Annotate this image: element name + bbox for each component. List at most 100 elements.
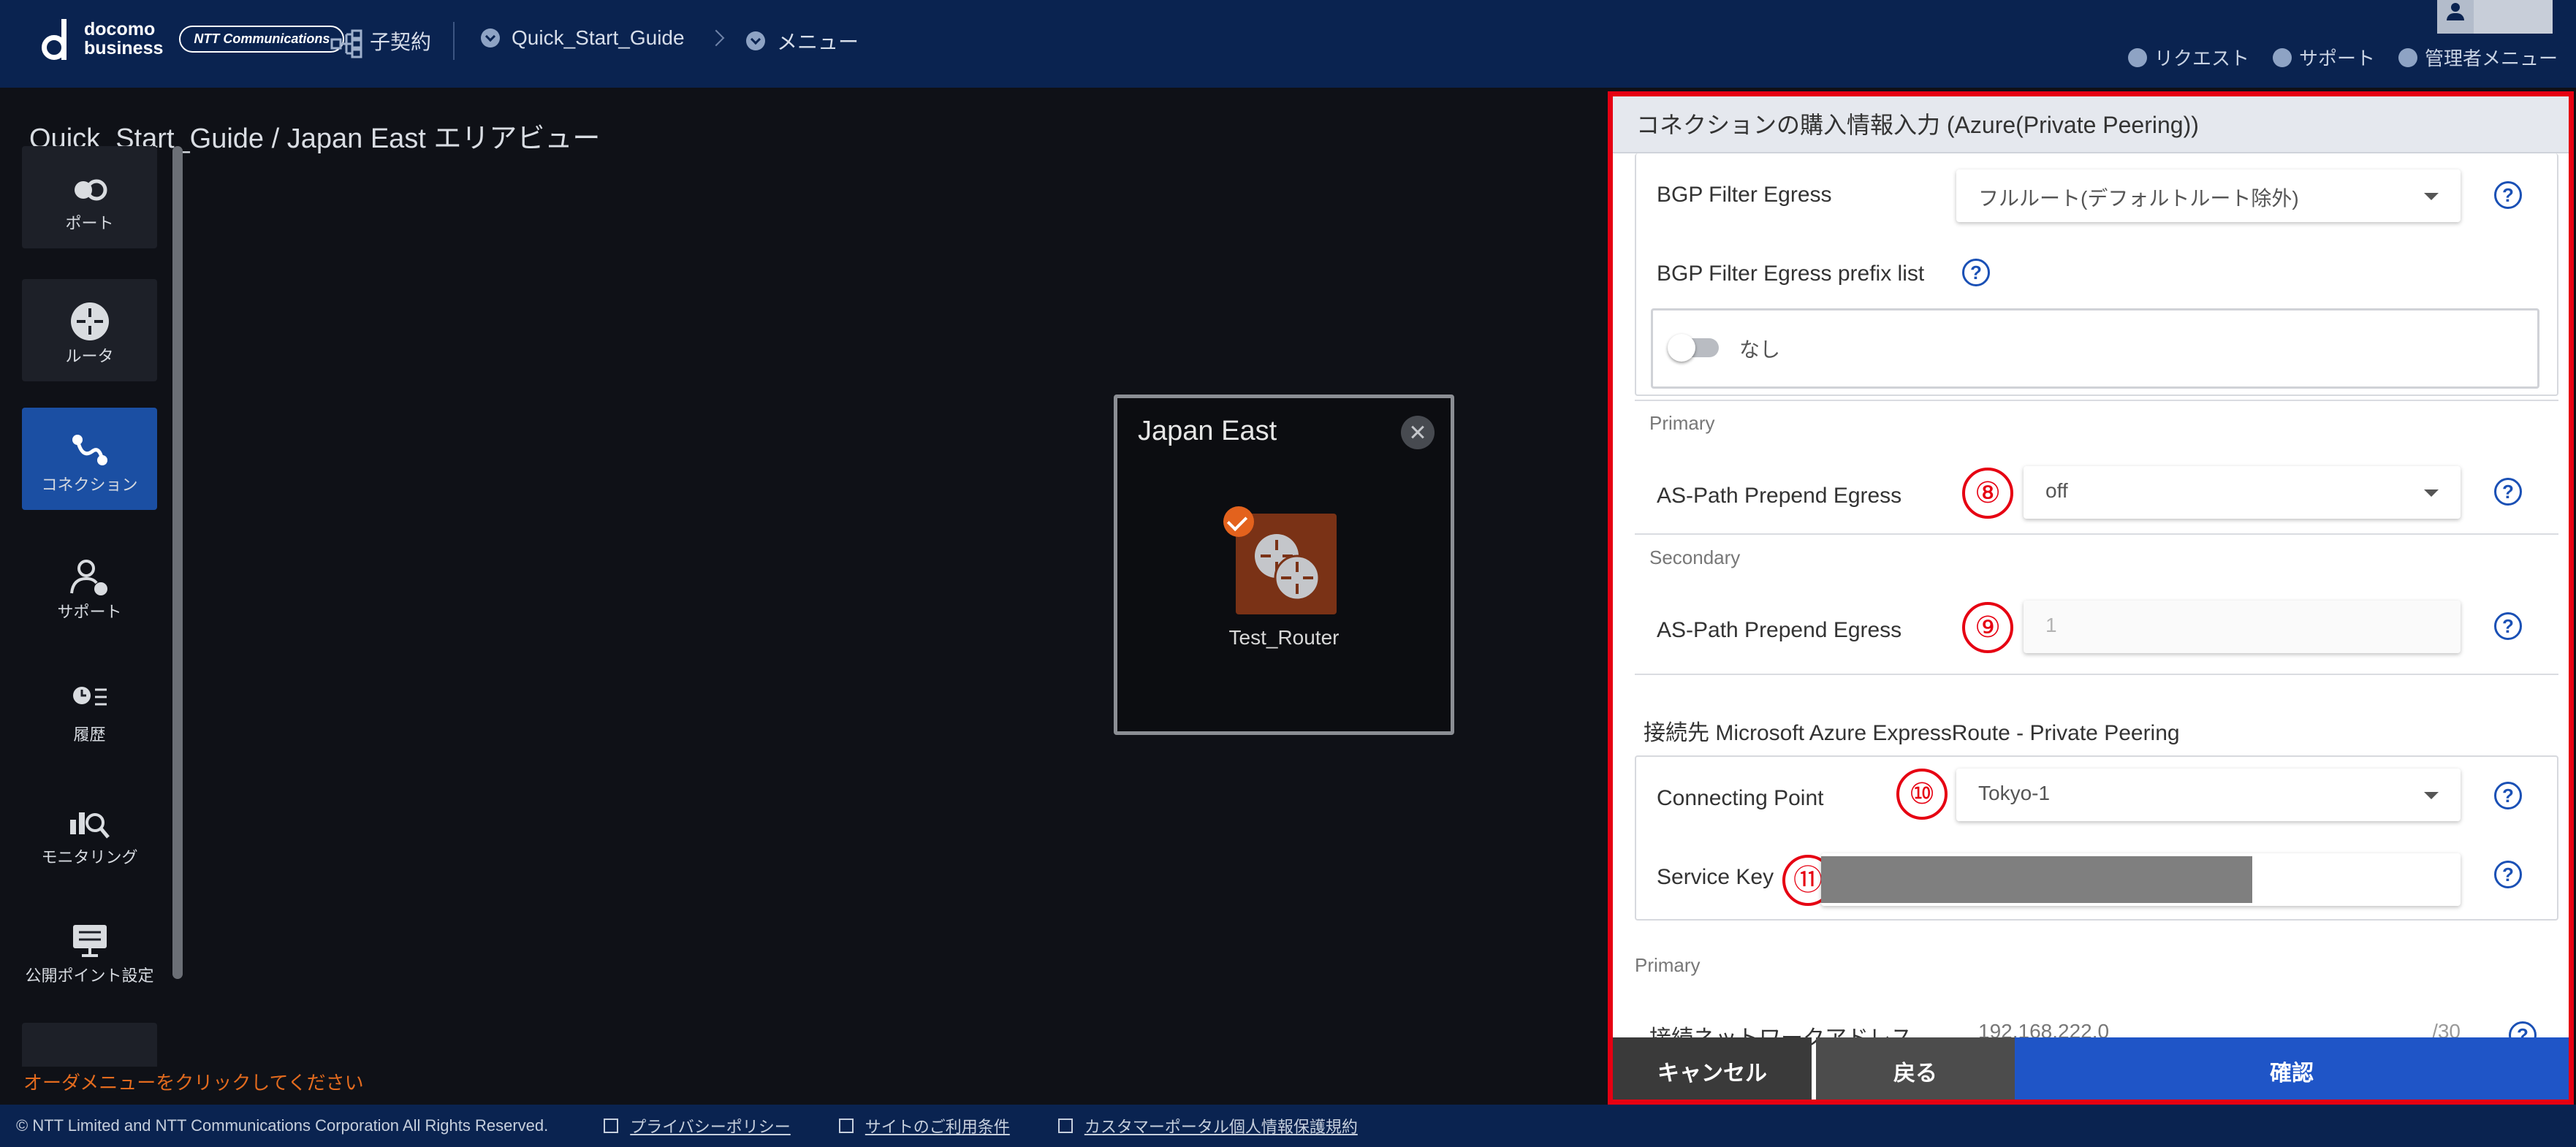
connection-purchase-panel: コネクションの購入情報入力 (Azure(Private Peering)) B…	[1608, 91, 2574, 1105]
connection-icon	[72, 435, 107, 465]
prefix-list-toggle[interactable]	[1668, 334, 1719, 362]
breadcrumb-contract[interactable]: Quick_Start_Guide	[481, 26, 685, 50]
sidebar-item-label: 履歴	[73, 725, 106, 744]
sidebar-item-label: ポート	[65, 214, 114, 232]
help-icon[interactable]: ?	[2494, 861, 2522, 888]
sidebar-item-more[interactable]	[22, 1023, 157, 1067]
copyright-text: © NTT Limited and NTT Communications Cor…	[16, 1116, 549, 1135]
primary-prepend-select[interactable]: off	[2024, 466, 2461, 519]
caret-down-icon	[2424, 489, 2439, 497]
help-icon[interactable]: ?	[1962, 259, 1990, 286]
primary-heading: Primary	[1649, 412, 1715, 434]
top-header: docomo business NTT Communications 子契約 Q…	[0, 0, 2576, 88]
external-link-icon	[1057, 1119, 1073, 1133]
privacy-policy-link[interactable]: プライバシーポリシー	[604, 1114, 791, 1138]
sidebar-item-label: コネクション	[41, 476, 138, 494]
service-key-label: Service Key	[1657, 865, 1774, 889]
monitoring-icon	[70, 812, 110, 839]
sidebar-item-connection[interactable]: コネクション	[22, 408, 157, 510]
cancel-button[interactable]: キャンセル	[1613, 1037, 1812, 1100]
action-bar: キャンセル 戻る 確認	[1613, 1037, 2569, 1100]
sidebar-scrollbar-thumb[interactable]	[172, 146, 183, 979]
user-name-redacted	[2474, 0, 2553, 34]
area-title: Japan East	[1138, 416, 1277, 446]
sidebar-item-port[interactable]: ポート	[22, 146, 157, 248]
request-link[interactable]: リクエスト	[2128, 44, 2249, 71]
step-marker-10: ⑩	[1896, 769, 1948, 820]
gear-icon	[2398, 47, 2417, 67]
area-card-japan-east[interactable]: Japan East Test_Router	[1114, 395, 1454, 735]
user-account-button[interactable]	[2437, 0, 2553, 34]
bell-icon	[2128, 47, 2147, 67]
sidebar-item-support[interactable]: サポート	[22, 535, 157, 637]
user-icon	[2451, 3, 2460, 12]
connecting-point-value: Tokyo-1	[1978, 782, 2051, 804]
breadcrumb-contract-label: Quick_Start_Guide	[512, 26, 685, 49]
section-divider	[1635, 400, 2558, 401]
sidebar-item-router[interactable]: ルータ	[22, 279, 157, 381]
support-link[interactable]: サポート	[2273, 44, 2375, 71]
chevron-down-icon	[746, 31, 765, 50]
history-icon	[73, 687, 107, 706]
help-circle-icon	[2273, 47, 2292, 67]
breadcrumb-menu[interactable]: メニュー	[746, 26, 859, 56]
sidebar-item-label: ルータ	[65, 347, 114, 365]
sidebar-item-history[interactable]: 履歴	[22, 658, 157, 760]
child-contract-label: 子契約	[370, 31, 432, 53]
primary-prepend-value: off	[2045, 479, 2068, 502]
external-link-icon	[838, 1119, 854, 1133]
secondary-prepend-value: 1	[2045, 614, 2057, 636]
back-button[interactable]: 戻る	[1816, 1037, 2015, 1100]
destination-heading: 接続先 Microsoft Azure ExpressRoute - Priva…	[1644, 721, 2180, 745]
step-marker-8: ⑧	[1962, 468, 2013, 519]
toggle-knob	[1668, 334, 1695, 362]
sidebar-item-label: サポート	[57, 603, 122, 621]
step-marker-9: ⑨	[1962, 602, 2013, 653]
secondary-heading: Secondary	[1649, 546, 1741, 568]
close-icon[interactable]	[1401, 416, 1435, 449]
order-menu-hint: オーダメニューをクリックしてください	[23, 1072, 364, 1094]
help-icon[interactable]: ?	[2494, 181, 2522, 209]
header-divider	[453, 22, 455, 60]
help-icon[interactable]: ?	[2494, 612, 2522, 640]
sidebar-item-public-point[interactable]: 公開ポイント設定	[22, 899, 157, 1001]
customer-privacy-label: カスタマーポータル個人情報保護規約	[1084, 1118, 1358, 1136]
terms-link[interactable]: サイトのご利用条件	[838, 1114, 1010, 1138]
docomo-business-logo[interactable]: docomo business NTT Communications	[40, 16, 345, 61]
selected-check-icon	[1223, 506, 1254, 537]
admin-menu-link[interactable]: 管理者メニュー	[2398, 44, 2558, 71]
sidebar-item-monitoring[interactable]: モニタリング	[22, 780, 157, 883]
customer-privacy-link[interactable]: カスタマーポータル個人情報保護規約	[1057, 1114, 1358, 1138]
bgp-filter-egress-select[interactable]: フルルート(デフォルトルート除外)	[1956, 169, 2461, 222]
bgp-filter-egress-value: フルルート(デフォルトルート除外)	[1978, 187, 2299, 210]
help-icon[interactable]: ?	[2494, 782, 2522, 809]
primary-prepend-label: AS-Path Prepend Egress	[1657, 484, 1902, 508]
child-contract-link[interactable]: 子契約	[370, 26, 431, 56]
sidebar-item-label: 公開ポイント設定	[25, 967, 154, 985]
connecting-point-select[interactable]: Tokyo-1	[1956, 769, 2461, 821]
page-footer: © NTT Limited and NTT Communications Cor…	[0, 1105, 2576, 1147]
external-link-icon	[604, 1119, 619, 1133]
public-point-icon	[73, 925, 107, 957]
confirm-button[interactable]: 確認	[2015, 1037, 2569, 1100]
router-icon	[71, 302, 109, 340]
section-divider	[1635, 674, 2558, 675]
secondary-prepend-select[interactable]: 1	[2024, 601, 2461, 653]
terms-label: サイトのご利用条件	[865, 1118, 1010, 1136]
brand-line1: docomo	[84, 19, 156, 39]
docomo-d-icon	[40, 16, 77, 61]
panel-title: コネクションの購入情報入力 (Azure(Private Peering))	[1613, 96, 2569, 153]
admin-menu-label: 管理者メニュー	[2425, 47, 2558, 69]
connecting-point-label: Connecting Point	[1657, 786, 1824, 810]
chevron-down-icon	[481, 28, 500, 47]
privacy-policy-label: プライバシーポリシー	[630, 1118, 791, 1136]
request-label: リクエスト	[2154, 47, 2250, 69]
help-icon[interactable]: ?	[2494, 478, 2522, 506]
ntt-communications-badge: NTT Communications	[179, 25, 345, 53]
sidebar-item-label: モニタリング	[41, 848, 138, 866]
toggle-label: なし	[1739, 338, 1781, 361]
secondary-prepend-label: AS-Path Prepend Egress	[1657, 618, 1902, 642]
breadcrumb-menu-label: メニュー	[777, 31, 859, 53]
brand-line2: business	[84, 38, 164, 58]
bgp-filter-egress-label: BGP Filter Egress	[1657, 183, 1832, 207]
